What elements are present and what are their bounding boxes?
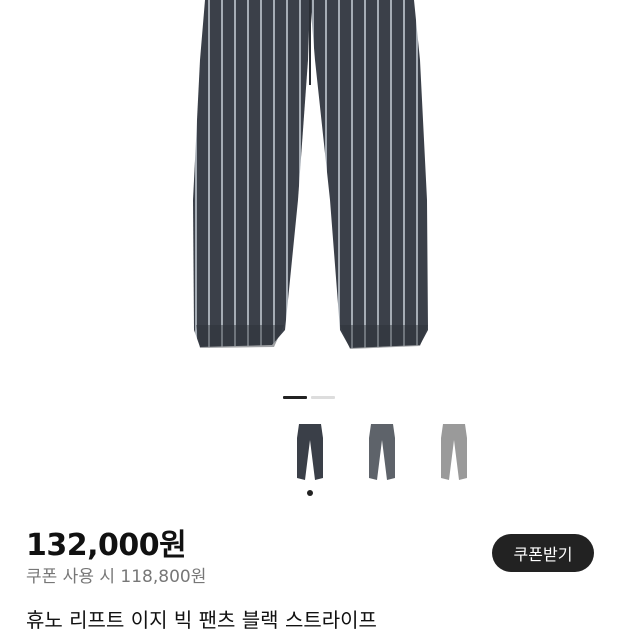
selected-thumbnail-indicator [307, 490, 313, 496]
image-pager [283, 396, 335, 399]
color-thumbnails [0, 418, 620, 498]
pager-dot-1[interactable] [283, 396, 307, 399]
pants-thumbnail-icon [297, 424, 323, 480]
thumb-charcoal[interactable] [360, 418, 404, 488]
coupon-price-text: 쿠폰 사용 시 118,800원 [26, 567, 207, 587]
product-main-image[interactable] [0, 0, 620, 380]
product-price: 132,000원 [26, 528, 187, 563]
pants-thumbnail-icon [441, 424, 467, 480]
pants-thumbnail-icon [369, 424, 395, 480]
get-coupon-button[interactable]: 쿠폰받기 [492, 534, 594, 572]
thumb-black-stripe[interactable] [288, 418, 332, 488]
product-title: 휴노 리프트 이지 빅 팬츠 블랙 스트라이프 [26, 608, 377, 632]
pants-image [193, 0, 428, 349]
thumb-gray[interactable] [432, 418, 476, 488]
pager-dot-2[interactable] [311, 396, 335, 399]
